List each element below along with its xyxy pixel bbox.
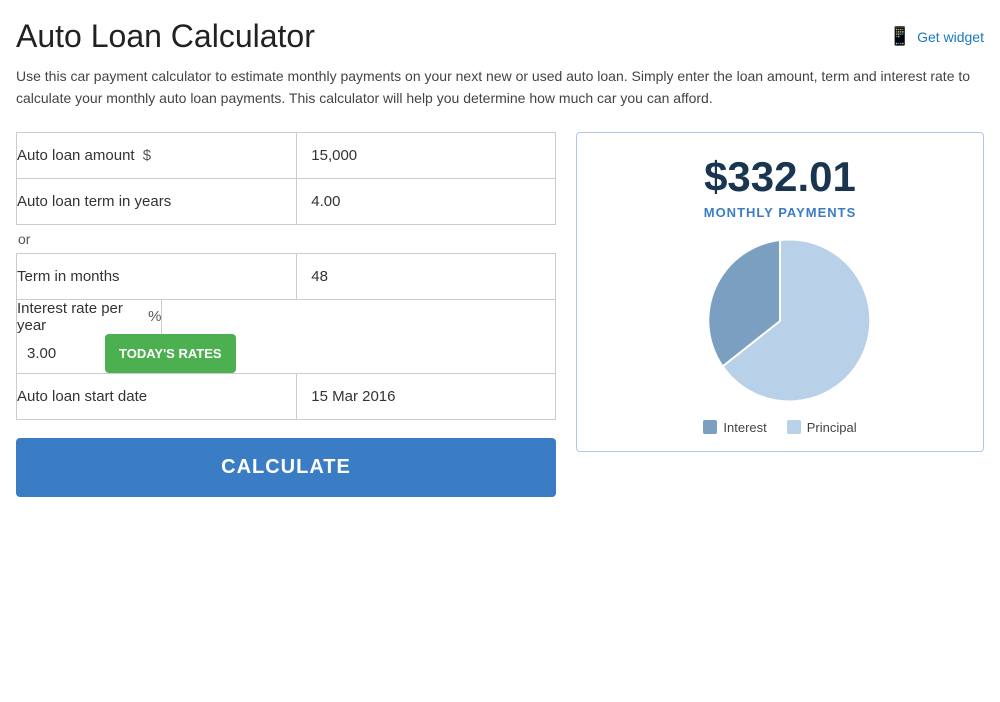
get-widget-label: Get widget <box>917 29 984 45</box>
principal-legend-label: Principal <box>807 420 857 435</box>
start-date-input[interactable] <box>297 374 555 419</box>
interest-rate-prefix: % <box>148 308 161 325</box>
principal-swatch <box>787 420 801 434</box>
term-months-label-cell: Term in months <box>17 253 297 299</box>
start-date-label: Auto loan start date <box>17 388 147 405</box>
pie-svg <box>680 236 880 406</box>
start-date-label-cell: Auto loan start date <box>17 373 297 419</box>
loan-term-years-label-cell: Auto loan term in years <box>17 178 297 224</box>
term-months-row: Term in months <box>17 253 556 299</box>
term-months-table: Term in months Interest rate per year % … <box>16 253 556 420</box>
calculate-button[interactable]: CALCULATE <box>16 438 556 497</box>
loan-term-years-label: Auto loan term in years <box>17 193 171 210</box>
loan-amount-prefix: $ <box>143 147 151 164</box>
interest-rate-input[interactable] <box>17 335 97 372</box>
monthly-amount: $332.01 <box>593 153 967 201</box>
interest-rate-input-cell: TODAY'S RATES <box>17 334 297 373</box>
todays-rates-button[interactable]: TODAY'S RATES <box>105 334 236 373</box>
main-layout: Auto loan amount $ Auto loan term in yea… <box>16 132 984 497</box>
page-title: Auto Loan Calculator <box>16 18 315 55</box>
loan-term-years-row: Auto loan term in years <box>17 178 556 224</box>
form-table: Auto loan amount $ Auto loan term in yea… <box>16 132 556 225</box>
page-description: Use this car payment calculator to estim… <box>16 65 984 110</box>
interest-rate-label-cell: Interest rate per year % <box>17 300 162 334</box>
loan-term-years-input[interactable] <box>297 179 555 224</box>
get-widget-link[interactable]: 📱 Get widget <box>889 26 984 47</box>
interest-swatch <box>703 420 717 434</box>
result-section: $332.01 MONTHLY PAYMENTS Inter <box>576 132 984 452</box>
interest-rate-label: Interest rate per year <box>17 300 140 334</box>
interest-legend-item: Interest <box>703 420 766 435</box>
loan-amount-row: Auto loan amount $ <box>17 132 556 178</box>
start-date-input-cell <box>297 373 556 419</box>
principal-legend-item: Principal <box>787 420 857 435</box>
term-months-label: Term in months <box>17 268 120 285</box>
loan-amount-label: Auto loan amount <box>17 147 135 164</box>
monthly-label: MONTHLY PAYMENTS <box>593 205 967 220</box>
term-months-input-cell <box>297 253 556 299</box>
interest-rate-row: Interest rate per year % TODAY'S RATES <box>17 299 556 373</box>
legend: Interest Principal <box>593 420 967 435</box>
loan-term-years-input-cell <box>297 178 556 224</box>
pie-chart <box>593 236 967 406</box>
start-date-row: Auto loan start date <box>17 373 556 419</box>
widget-icon: 📱 <box>889 26 911 47</box>
loan-amount-label-cell: Auto loan amount $ <box>17 132 297 178</box>
interest-legend-label: Interest <box>723 420 766 435</box>
form-section: Auto loan amount $ Auto loan term in yea… <box>16 132 556 497</box>
or-text: or <box>18 231 556 247</box>
term-months-input[interactable] <box>297 254 555 299</box>
loan-amount-input[interactable] <box>297 133 555 178</box>
loan-amount-input-cell <box>297 132 556 178</box>
